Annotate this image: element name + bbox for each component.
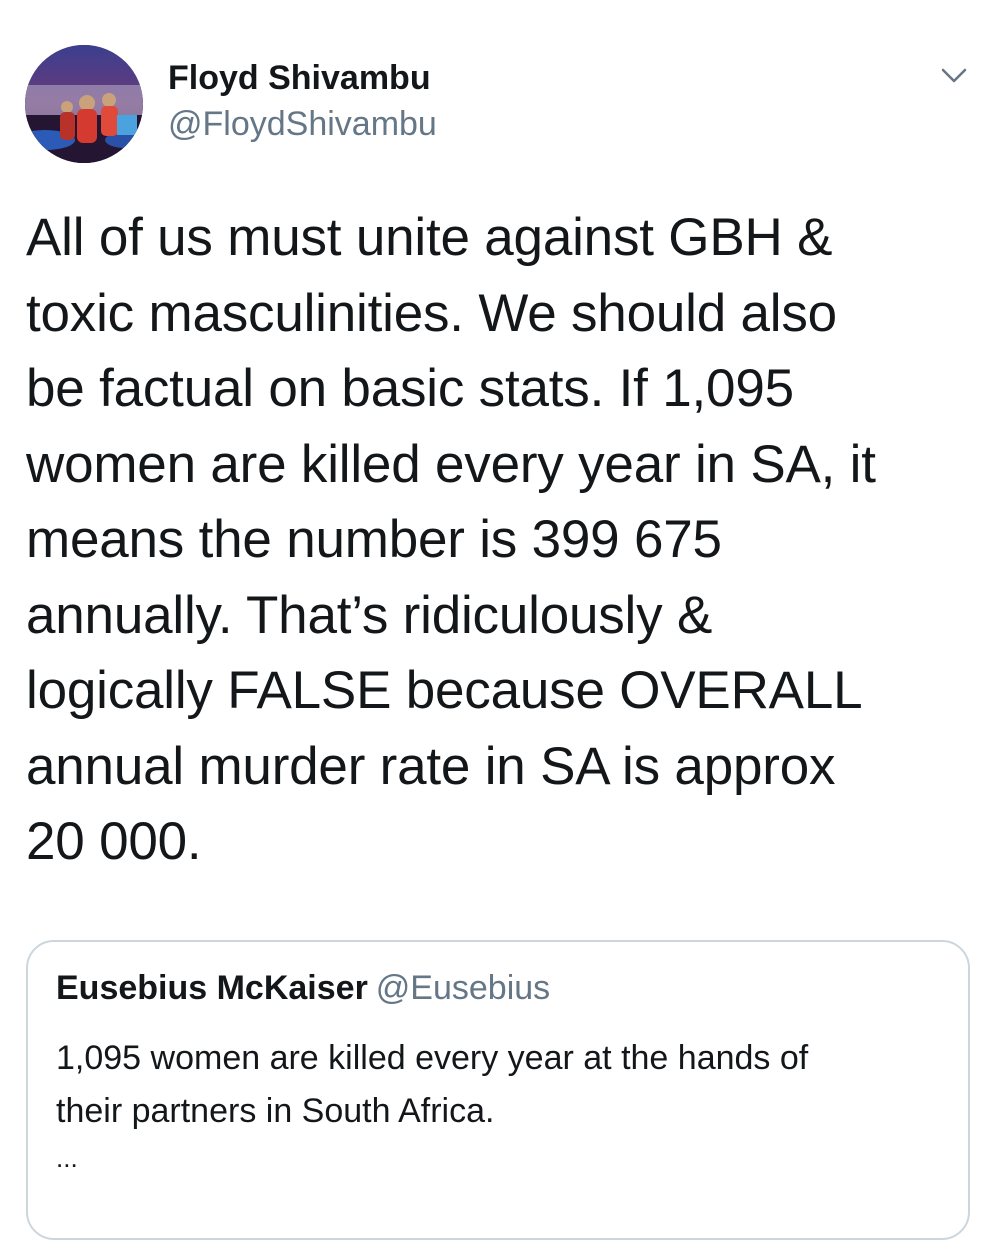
quoted-tweet-card[interactable]: Eusebius McKaiser @Eusebius 1,095 women a… xyxy=(26,940,970,1240)
tweet-line: 20 000. xyxy=(26,812,202,871)
quoted-tweet-ellipsis: ... xyxy=(56,1143,78,1173)
tweet-line: annual murder rate in SA is approx xyxy=(26,736,836,796)
tweet-line: means the number is 399 675 xyxy=(26,510,722,569)
tweet-line: logically FALSE because OVERALL xyxy=(26,661,863,720)
avatar-image xyxy=(25,45,143,163)
chevron-down-icon[interactable] xyxy=(932,60,976,92)
tweet-line: women are killed every year in SA, it xyxy=(26,434,876,494)
quoted-tweet-header: Eusebius McKaiser @Eusebius xyxy=(56,968,550,1008)
author-block[interactable]: Floyd Shivambu @FloydShivambu xyxy=(168,58,437,144)
tweet-line: be factual on basic stats. If 1,095 xyxy=(26,359,794,418)
tweet-line: toxic masculinities. We should also xyxy=(26,283,837,343)
quoted-tweet-line: their partners in South Africa. xyxy=(56,1092,495,1130)
quoted-tweet-body: 1,095 women are killed every year at the… xyxy=(56,1032,956,1178)
quoted-author-handle[interactable]: @Eusebius xyxy=(376,969,550,1007)
tweet-line: annually. That’s ridiculously & xyxy=(26,585,713,645)
tweet-card: Floyd Shivambu @FloydShivambu All of us … xyxy=(0,0,998,1240)
quoted-tweet-line: 1,095 women are killed every year at the… xyxy=(56,1039,809,1077)
author-handle[interactable]: @FloydShivambu xyxy=(168,104,437,144)
tweet-line: All of us must unite against GBH & xyxy=(26,208,833,267)
tweet-body: All of us must unite against GBH & toxic… xyxy=(26,200,976,880)
quoted-author-name[interactable]: Eusebius McKaiser xyxy=(56,969,368,1007)
author-display-name[interactable]: Floyd Shivambu xyxy=(168,58,437,98)
author-avatar[interactable] xyxy=(25,45,143,163)
